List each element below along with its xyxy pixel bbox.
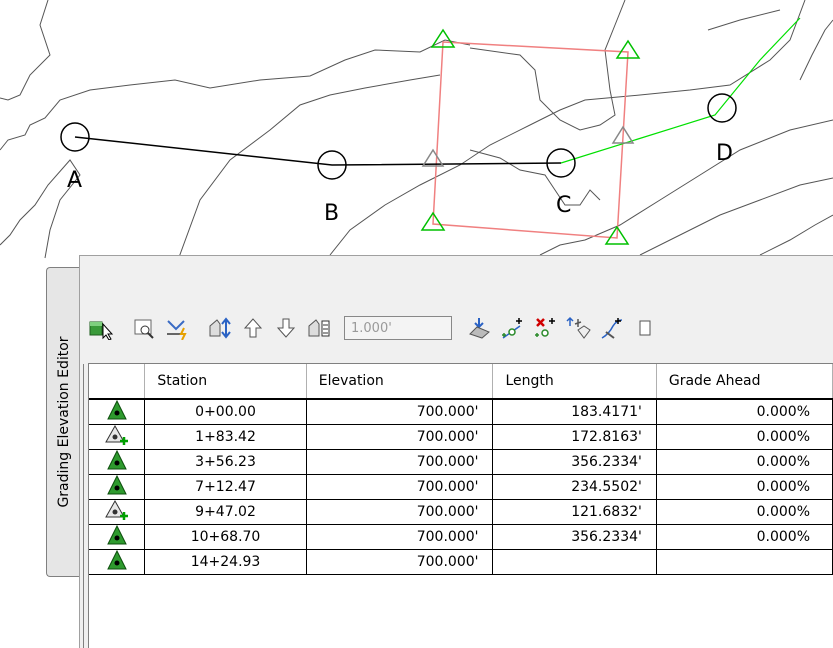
grade-point-icon [89, 474, 146, 500]
weed-points-icon [601, 318, 623, 339]
arrow-up-icon [243, 318, 263, 338]
station-cell[interactable]: 0+00.00 [144, 399, 307, 425]
grade-break-point-icon [89, 424, 146, 450]
insert-point-icon [502, 318, 522, 339]
set-increment-icon [308, 319, 330, 337]
elevation-cell[interactable]: 700.000' [306, 424, 494, 450]
table-row[interactable]: 14+24.93 700.000' [89, 549, 833, 575]
station-cell[interactable]: 9+47.02 [144, 499, 307, 525]
station-cell[interactable]: 7+12.47 [144, 474, 307, 500]
set-increment-button[interactable] [305, 314, 333, 342]
col-header-station[interactable]: Station [144, 364, 307, 400]
elevation-cell[interactable]: 700.000' [306, 474, 494, 500]
elevation-cell[interactable]: 700.000' [306, 524, 494, 550]
insert-elevation-point-button[interactable] [499, 314, 527, 342]
length-cell[interactable]: 183.4171' [492, 399, 657, 425]
point-d-label: D [716, 141, 733, 166]
table-header-row: Station Elevation Length Grade Ahead [89, 364, 833, 400]
more-tools-icon [639, 320, 651, 336]
point-b-label: B [324, 201, 339, 226]
grade-point-icon [89, 399, 146, 425]
weed-points-button[interactable] [598, 314, 626, 342]
select-feature-icon [89, 321, 114, 340]
table-row[interactable]: 7+12.47 700.000' 234.5502' 0.000% [89, 474, 833, 500]
station-cell[interactable]: 1+83.42 [144, 424, 307, 450]
station-cell[interactable]: 3+56.23 [144, 449, 307, 475]
grade-point-icon [89, 524, 146, 550]
elevation-cell[interactable]: 700.000' [306, 399, 494, 425]
length-cell[interactable]: 121.6832' [492, 499, 657, 525]
station-cell[interactable]: 10+68.70 [144, 524, 307, 550]
elevation-cell[interactable]: 700.000' [306, 549, 494, 575]
grade-ahead-cell[interactable]: 0.000% [656, 449, 833, 475]
grade-ahead-cell[interactable]: 0.000% [656, 424, 833, 450]
table-row[interactable]: 10+68.70 700.000' 356.2334' 0.000% [89, 524, 833, 550]
toolbar [87, 310, 833, 346]
point-c-label: C [556, 193, 571, 218]
elevations-from-surface-icon [469, 318, 490, 339]
select-feature-button[interactable] [87, 314, 115, 342]
station-cell[interactable]: 14+24.93 [144, 549, 307, 575]
elevation-editor-icon [566, 316, 591, 339]
length-cell[interactable]: 356.2334' [492, 524, 657, 550]
raise-incrementally-button[interactable] [239, 314, 267, 342]
grade-point-icon [89, 449, 146, 475]
lower-incrementally-button[interactable] [272, 314, 300, 342]
table-row[interactable]: 3+56.23 700.000' 356.2334' 0.000% [89, 449, 833, 475]
col-header-icon[interactable] [89, 364, 146, 400]
elevation-grid: Station Elevation Length Grade Ahead 0+0… [83, 363, 833, 648]
zoom-to-icon [134, 319, 154, 339]
increment-input[interactable] [344, 316, 452, 340]
col-header-elevation[interactable]: Elevation [306, 364, 494, 400]
contour-lines [0, 0, 833, 261]
grade-ahead-cell[interactable]: 0.000% [656, 474, 833, 500]
selection-box [432, 41, 629, 239]
table-row[interactable]: 0+00.00 700.000' 183.4171' 0.000% [89, 399, 833, 425]
raise-lower-button[interactable] [206, 314, 234, 342]
grade-break-point-icon [89, 499, 146, 525]
grading-elevation-editor-palette: Grading Elevation Editor 1.000' Station … [46, 255, 833, 648]
length-cell[interactable]: 234.5502' [492, 474, 657, 500]
elevations-from-surface-button[interactable] [466, 314, 494, 342]
flatten-grade-button[interactable] [163, 314, 191, 342]
raise-lower-icon [209, 317, 231, 339]
grade-ahead-cell[interactable]: 0.000% [656, 399, 833, 425]
palette-tab[interactable]: Grading Elevation Editor [46, 267, 80, 577]
elevation-cell[interactable]: 700.000' [306, 499, 494, 525]
more-tools-button[interactable] [631, 314, 659, 342]
length-cell[interactable]: 356.2334' [492, 449, 657, 475]
grade-ahead-cell[interactable]: 0.000% [656, 499, 833, 525]
point-d-marker[interactable] [707, 93, 737, 123]
arrow-down-icon [276, 318, 296, 338]
table-row[interactable]: 9+47.02 700.000' 121.6832' 0.000% [89, 499, 833, 525]
flatten-grade-icon [167, 320, 187, 340]
col-header-grade-ahead[interactable]: Grade Ahead [656, 364, 833, 400]
elevation-editor-options-button[interactable] [565, 314, 593, 342]
palette-title: Grading Elevation Editor [55, 336, 72, 508]
delete-elevation-point-button[interactable] [532, 314, 560, 342]
col-header-length[interactable]: Length [492, 364, 657, 400]
elevation-table: Station Elevation Length Grade Ahead 0+0… [89, 364, 833, 575]
point-a-label: A [67, 168, 82, 193]
elevation-cell[interactable]: 700.000' [306, 449, 494, 475]
grade-ahead-cell[interactable] [656, 549, 833, 575]
zoom-to-button[interactable] [130, 314, 158, 342]
length-cell[interactable] [492, 549, 657, 575]
table-row[interactable]: 1+83.42 700.000' 172.8163' 0.000% [89, 424, 833, 450]
grade-ahead-cell[interactable]: 0.000% [656, 524, 833, 550]
grade-point-icon [89, 549, 146, 575]
delete-point-icon [535, 318, 555, 337]
length-cell[interactable]: 172.8163' [492, 424, 657, 450]
